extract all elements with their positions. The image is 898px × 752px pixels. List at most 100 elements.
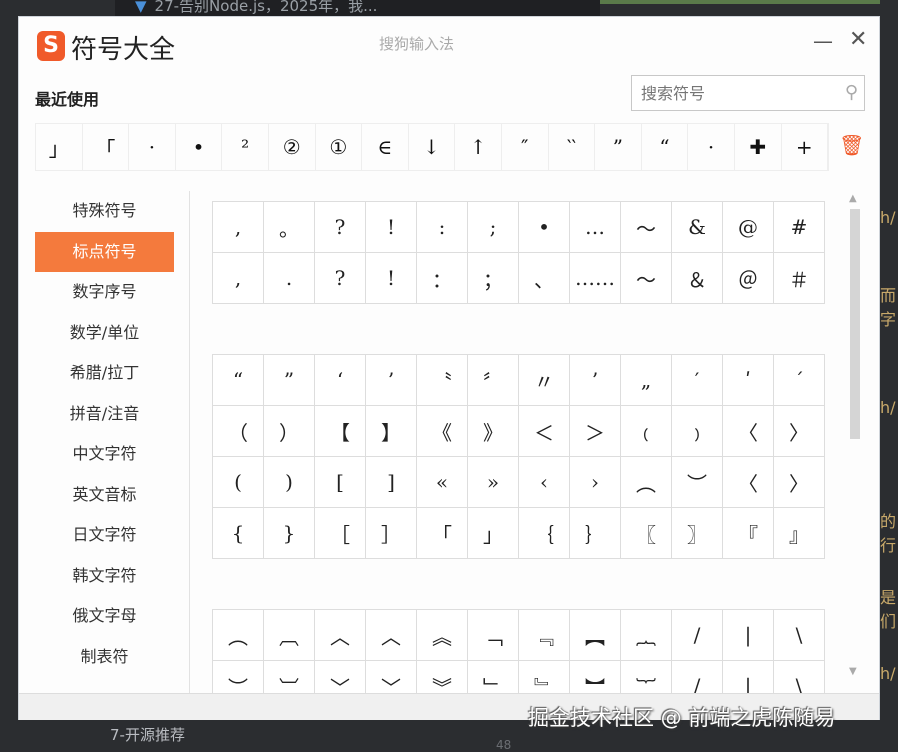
symbol-cell[interactable]: ︺ [264,661,315,693]
sidebar-item[interactable]: 特殊符号 [35,191,174,232]
symbol-cell[interactable]: ’ [570,355,621,406]
symbol-cell[interactable]: [ [315,457,366,508]
symbol-cell[interactable]: ︶ [672,457,723,508]
symbol-cell[interactable]: / [672,610,723,661]
symbol-cell[interactable]: ］ [366,508,417,559]
sidebar-item[interactable]: 制表符 [35,637,174,678]
symbol-cell[interactable]: ﹀ [315,661,366,693]
recent-symbol[interactable]: ² [222,124,269,170]
sidebar-item[interactable]: 俄文字母 [35,596,174,637]
sidebar-item[interactable]: 中文字符 [35,434,174,475]
recent-symbol[interactable]: + [782,124,829,170]
symbol-cell[interactable]: « [417,457,468,508]
symbol-cell[interactable]: 〝 [417,355,468,406]
symbol-cell[interactable]: ： [417,253,468,304]
symbol-cell[interactable]: \ [774,661,825,693]
symbol-cell[interactable]: ） [264,406,315,457]
symbol-cell[interactable]: „ [621,355,672,406]
recent-symbol[interactable]: ‵‵ [549,124,596,170]
symbol-cell[interactable]: } [264,508,315,559]
symbol-cell[interactable]: ＃ [774,253,825,304]
symbol-cell[interactable]: , [213,202,264,253]
symbol-cell[interactable]: ︾ [417,661,468,693]
symbol-cell[interactable]: ﹚ [672,406,723,457]
symbol-cell[interactable]: ﹀ [366,661,417,693]
recent-symbol[interactable]: ∈ [362,124,409,170]
symbol-cell[interactable]: @ [723,202,774,253]
sidebar-item[interactable]: 韩文字符 [35,556,174,597]
recent-symbol[interactable]: ② [269,124,316,170]
symbol-cell[interactable]: ; [468,202,519,253]
sidebar-item[interactable]: 数字序号 [35,272,174,313]
search-box[interactable]: ⚲ [631,75,865,111]
recent-symbol[interactable]: 」 [36,124,83,170]
symbol-cell[interactable]: ˊ [774,355,825,406]
symbol-cell[interactable]: 【 [315,406,366,457]
trash-icon[interactable]: 🗑 [839,133,864,157]
symbol-cell[interactable]: “ [213,355,264,406]
recent-symbol[interactable]: · [129,124,176,170]
symbol-cell[interactable]: | [723,661,774,693]
symbol-cell[interactable]: ｝ [570,508,621,559]
symbol-cell[interactable]: ′ [672,355,723,406]
recent-symbol[interactable]: · [688,124,735,170]
sidebar-item[interactable]: 数学/单位 [35,313,174,354]
recent-symbol[interactable]: “ [642,124,689,170]
symbol-cell[interactable]: 《 [417,406,468,457]
symbol-cell[interactable]: ＞ [570,406,621,457]
recent-symbol[interactable]: ① [316,124,363,170]
symbol-cell[interactable]: 》 [468,406,519,457]
symbol-cell[interactable]: ? [315,253,366,304]
symbol-cell[interactable]: 。 [264,202,315,253]
symbol-cell[interactable]: 〖 [621,508,672,559]
symbol-cell[interactable]: & [672,202,723,253]
symbol-cell[interactable]: ‘ [315,355,366,406]
symbol-cell[interactable]: ＆ [672,253,723,304]
scroll-up-icon[interactable]: ▲ [849,193,857,204]
symbol-cell[interactable]: 〉 [774,457,825,508]
symbol-cell[interactable]: ｛ [519,508,570,559]
recent-symbol[interactable]: ✚ [735,124,782,170]
symbol-cell[interactable]: 』 [774,508,825,559]
symbol-cell[interactable]: : [417,202,468,253]
symbol-cell[interactable]: 「 [417,508,468,559]
symbol-cell[interactable]: ︿ [366,610,417,661]
symbol-cell[interactable]: ︶ [213,661,264,693]
symbol-cell[interactable]: ～ [621,202,672,253]
symbol-cell[interactable]: \ [774,610,825,661]
symbol-cell[interactable]: ] [366,457,417,508]
symbol-cell[interactable]: ︵ [213,610,264,661]
symbol-cell[interactable]: ! [366,253,417,304]
scrollbar[interactable]: ▲ ▼ [847,193,863,677]
minimize-button[interactable]: — [813,29,833,53]
symbol-cell[interactable]: ! [366,202,417,253]
symbol-cell[interactable]: 〈 [723,406,774,457]
symbol-cell[interactable]: … [570,202,621,253]
sidebar-item[interactable]: 标点符号 [35,231,174,272]
sidebar-item[interactable]: 拼音/注音 [35,394,174,435]
symbol-cell[interactable]: / [672,661,723,693]
symbol-cell[interactable]: ［ [315,508,366,559]
symbol-cell[interactable]: { [213,508,264,559]
recent-symbol[interactable]: ″ [502,124,549,170]
symbol-cell[interactable]: 『 [723,508,774,559]
symbol-cell[interactable]: » [468,457,519,508]
symbol-cell[interactable]: ‹ [519,457,570,508]
symbol-cell[interactable]: ’ [366,355,417,406]
sidebar-item[interactable]: 日文字符 [35,515,174,556]
symbol-cell[interactable]: 〗 [672,508,723,559]
search-input[interactable] [632,76,822,110]
symbol-cell[interactable]: ； [468,253,519,304]
symbol-cell[interactable]: ʹ [723,355,774,406]
symbol-cell[interactable]: ︹ [264,610,315,661]
recent-symbol[interactable]: ↑ [455,124,502,170]
recent-symbol[interactable]: ” [595,124,642,170]
recent-symbol[interactable]: 「 [83,124,130,170]
symbol-cell[interactable]: ＠ [723,253,774,304]
symbol-cell[interactable]: （ [213,406,264,457]
scrollbar-thumb[interactable] [850,209,860,439]
symbol-cell[interactable]: 〃 [519,355,570,406]
symbol-cell[interactable]: ﹄ [519,661,570,693]
symbol-cell[interactable]: ﹙ [621,406,672,457]
search-icon[interactable]: ⚲ [845,82,858,103]
